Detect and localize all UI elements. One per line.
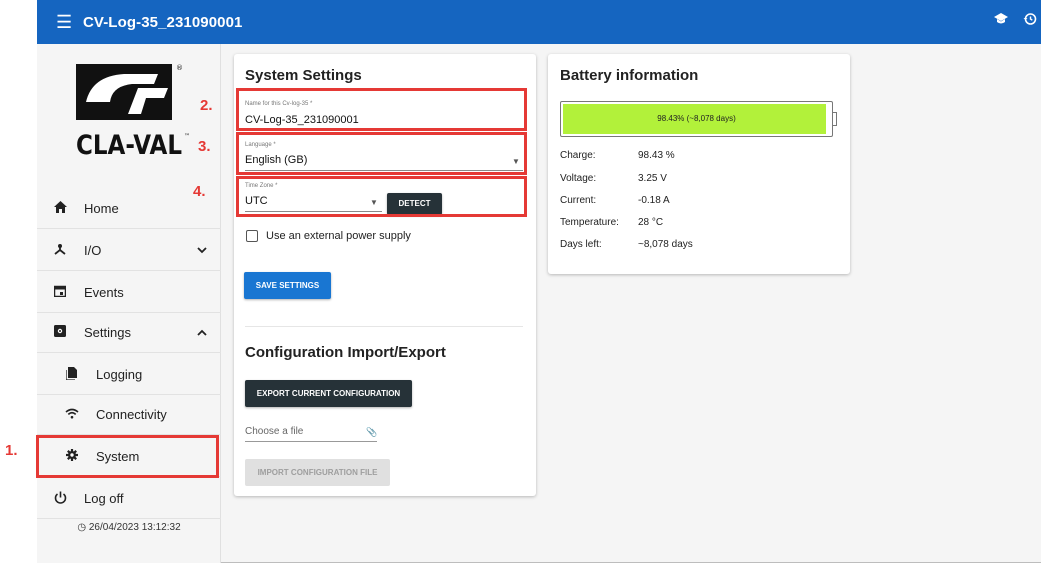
battery-row-label: Charge: <box>560 150 596 161</box>
sidebar-item-settings[interactable]: Settings <box>37 313 221 353</box>
battery-row-label: Current: <box>560 195 597 206</box>
sidebar-item-log-off[interactable]: Log off <box>37 479 221 519</box>
battery-bar-label: 98.43% (~8,078 days) <box>657 114 736 123</box>
annotation-3: 3. <box>198 138 211 155</box>
battery-row-label: Temperature: <box>560 217 619 228</box>
sidebar-item-label: Home <box>84 201 119 216</box>
annotation-2: 2. <box>200 97 213 114</box>
app-bar: ☰ CV-Log-35_231090001 <box>37 0 1041 44</box>
chevron-up-icon[interactable] <box>197 327 207 339</box>
file-input-underline <box>245 441 377 442</box>
sidebar-item-logging[interactable]: Logging <box>37 355 221 395</box>
cla-val-logo: ® CLA-VAL ™ <box>72 58 192 178</box>
clock-icon: ◷ <box>77 522 89 533</box>
wifi-icon <box>65 407 79 422</box>
battery-row-value: -0.18 A <box>638 195 670 206</box>
highlight-box-name <box>236 88 527 131</box>
battery-row-label: Days left: <box>560 239 602 250</box>
import-config-button[interactable]: IMPORT CONFIGURATION FILE <box>245 459 390 486</box>
calendar-icon <box>53 285 67 300</box>
device-title: CV-Log-35_231090001 <box>83 13 243 31</box>
sidebar-item-label: I/O <box>84 243 102 258</box>
paperclip-icon[interactable]: 📎 <box>366 427 377 438</box>
sidebar-item-events[interactable]: Events <box>37 273 221 313</box>
file-icon <box>65 366 79 383</box>
battery-row-value: ~8,078 days <box>638 239 693 250</box>
power-icon <box>53 491 67 507</box>
sidebar-item-label: Events <box>84 285 124 300</box>
battery-row-label: Voltage: <box>560 173 597 184</box>
annotation-4: 4. <box>193 183 206 200</box>
svg-text:™: ™ <box>184 133 190 140</box>
external-power-label: Use an external power supply <box>266 230 411 242</box>
sidebar-item-label: Log off <box>84 491 124 506</box>
divider <box>245 326 523 327</box>
school-icon[interactable] <box>993 12 1009 30</box>
sidebar-item-connectivity[interactable]: Connectivity <box>37 395 221 435</box>
svg-text:®: ® <box>176 64 183 72</box>
sidebar-item-label: Logging <box>96 367 143 382</box>
io-icon <box>53 243 67 258</box>
history-icon[interactable] <box>1023 12 1037 30</box>
battery-row-value: 98.43 % <box>638 150 675 161</box>
highlight-box-language <box>236 132 527 175</box>
annotation-1: 1. <box>5 442 18 459</box>
sidebar-item-label: Settings <box>84 325 131 340</box>
save-settings-button[interactable]: SAVE SETTINGS <box>244 272 331 299</box>
battery-card: Battery information 98.43% (~8,078 days)… <box>548 54 850 274</box>
logo-text: CLA-VAL <box>76 130 182 161</box>
external-power-checkbox[interactable] <box>246 230 258 242</box>
highlight-box-system <box>36 435 219 478</box>
highlight-box-timezone <box>236 176 527 217</box>
battery-gauge: 98.43% (~8,078 days) <box>560 101 833 137</box>
menu-icon[interactable]: ☰ <box>56 12 74 33</box>
sidebar-item-io[interactable]: I/O <box>37 231 221 271</box>
clock: ◷ 26/04/2023 13:12:32 <box>37 522 221 533</box>
export-config-button[interactable]: EXPORT CURRENT CONFIGURATION <box>245 380 412 407</box>
home-icon <box>53 201 67 216</box>
clock-text: 26/04/2023 13:12:32 <box>88 522 181 533</box>
system-settings-title: System Settings <box>245 67 362 84</box>
chevron-down-icon[interactable] <box>197 245 207 257</box>
settings-icon <box>53 325 67 340</box>
battery-terminal <box>833 112 837 126</box>
battery-row-value: 3.25 V <box>638 173 667 184</box>
battery-title: Battery information <box>560 67 699 84</box>
sidebar-item-label: Connectivity <box>96 407 167 422</box>
config-title: Configuration Import/Export <box>245 344 446 361</box>
battery-row-value: 28 °C <box>638 217 664 228</box>
sidebar: ® CLA-VAL ™ Home I/O Events Settings Log… <box>37 44 221 563</box>
file-input[interactable]: Choose a file <box>245 426 303 437</box>
